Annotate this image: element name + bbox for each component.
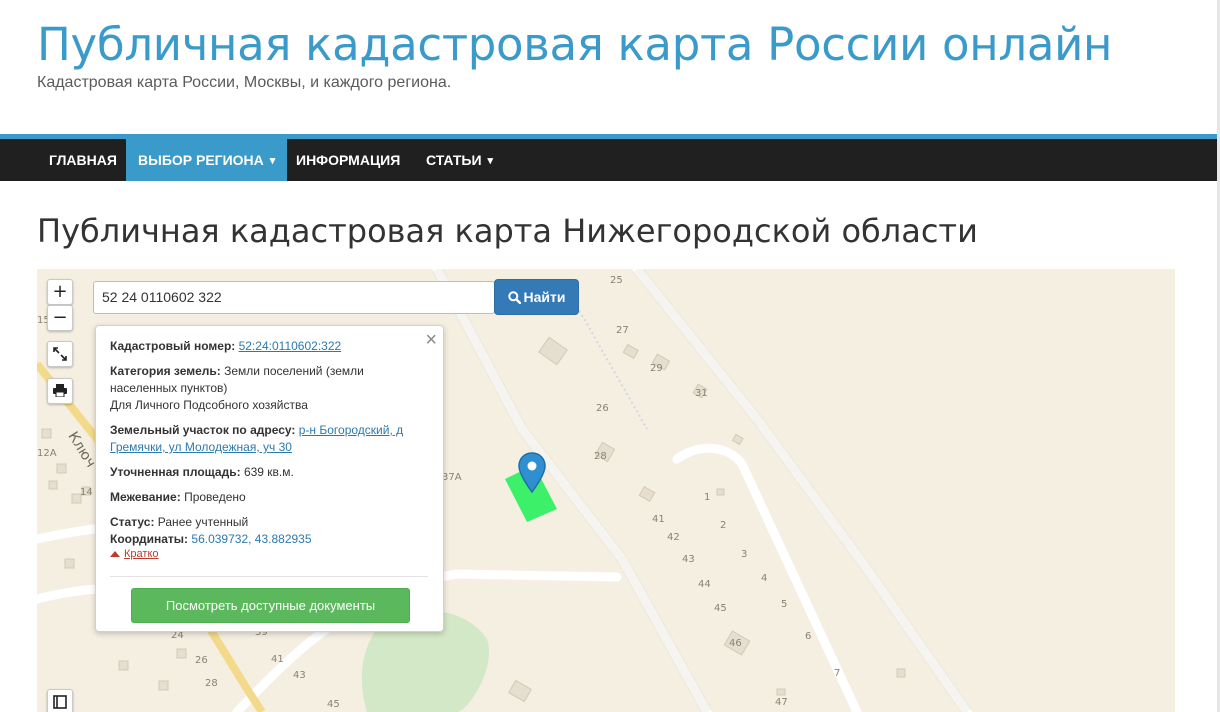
chevron-down-icon: ▾ [487, 155, 494, 167]
address-row: Земельный участок по адресу: р-н Богород… [110, 422, 410, 456]
fullscreen-button[interactable] [47, 341, 73, 367]
coordinates-row: Координаты: 56.039732, 43.882935 [110, 531, 410, 548]
close-icon[interactable]: × [425, 330, 437, 350]
status-row: Статус: Ранее учтенный [110, 514, 410, 531]
house-number: 25 [610, 275, 623, 286]
area-label: Уточненная площадь: [110, 465, 241, 479]
land-category-row: Категория земель: Земли поселений (земли… [110, 363, 410, 397]
house-number: 2 [720, 520, 727, 531]
house-number: 3 [741, 549, 748, 560]
house-number: 6 [805, 631, 812, 642]
nav-item-articles[interactable]: СТАТЬИ ▾ [414, 139, 505, 181]
coordinates-label: Координаты: [110, 532, 189, 546]
nav-item-label: ВЫБОР РЕГИОНА [138, 152, 264, 168]
house-number: 43 [682, 554, 695, 565]
nav-item-home[interactable]: ГЛАВНАЯ [37, 139, 129, 181]
collapse-toggle[interactable]: Кратко [110, 548, 159, 560]
cadastral-number-label: Кадастровый номер: [110, 339, 236, 353]
house-number: 44 [698, 579, 711, 590]
house-number: 14 [80, 487, 93, 498]
house-number: 31 [695, 388, 708, 399]
house-number: 28 [205, 678, 218, 689]
layers-button[interactable] [47, 689, 73, 712]
house-number: 7 [834, 668, 841, 679]
print-button[interactable] [47, 378, 73, 404]
location-marker-icon[interactable] [518, 452, 546, 494]
house-number: 41 [271, 654, 284, 665]
house-number: 4 [761, 573, 768, 584]
cadastral-number-link[interactable]: 52:24:0110602:322 [239, 339, 342, 353]
house-number: 37А [442, 472, 462, 483]
house-number: 28 [594, 451, 607, 462]
house-number: 47 [775, 697, 788, 708]
house-number: 41 [652, 514, 665, 525]
main-navigation: ГЛАВНАЯ ВЫБОР РЕГИОНА ▾ ИНФОРМАЦИЯ СТАТЬИ… [0, 139, 1217, 181]
parcel-info-popup: × Кадастровый номер: 52:24:0110602:322 К… [95, 325, 444, 632]
nav-item-label: ИНФОРМАЦИЯ [296, 152, 401, 168]
site-description: Кадастровая карта России, Москвы, и кажд… [37, 74, 452, 91]
land-category-label: Категория земель: [110, 364, 221, 378]
house-number: 45 [327, 699, 340, 710]
land-use-value: Для Личного Подсобного хозяйства [110, 398, 308, 412]
house-number: 12А [37, 448, 57, 459]
triangle-up-icon [110, 551, 120, 557]
house-number: 42 [667, 532, 680, 543]
site-title[interactable]: Публичная кадастровая карта России онлай… [37, 16, 1112, 74]
survey-value: Проведено [184, 490, 246, 504]
area-row: Уточненная площадь: 639 кв.м. [110, 464, 410, 481]
address-label: Земельный участок по адресу: [110, 423, 296, 437]
house-number: 46 [729, 638, 742, 649]
fullscreen-icon [53, 347, 67, 361]
popup-divider [110, 576, 428, 577]
print-icon [53, 384, 67, 398]
view-documents-button[interactable]: Посмотреть доступные документы [131, 588, 410, 623]
nav-item-label: ГЛАВНАЯ [49, 152, 117, 168]
area-value: 639 кв.м. [243, 465, 294, 479]
zoom-in-button[interactable]: + [47, 279, 73, 305]
nav-item-region-select[interactable]: ВЫБОР РЕГИОНА ▾ [126, 139, 288, 181]
house-number: 1 [704, 492, 711, 503]
search-icon [507, 291, 521, 305]
survey-row: Межевание: Проведено [110, 489, 410, 506]
page-title: Публичная кадастровая карта Нижегородско… [37, 212, 978, 250]
house-number: 43 [293, 670, 306, 681]
survey-label: Межевание: [110, 490, 181, 504]
status-label: Статус: [110, 515, 155, 529]
house-number: 26 [596, 403, 609, 414]
house-number: 5 [781, 599, 788, 610]
status-value: Ранее учтенный [157, 515, 249, 529]
cadastral-number-row: Кадастровый номер: 52:24:0110602:322 [110, 338, 410, 355]
house-number: 45 [714, 603, 727, 614]
house-number: 26 [195, 655, 208, 666]
layers-icon [53, 695, 67, 709]
chevron-down-icon: ▾ [269, 155, 276, 167]
coordinates-value[interactable]: 56.039732, 43.882935 [191, 532, 311, 546]
house-number: 27 [616, 325, 629, 336]
cadastral-map[interactable]: Ключ 15 12А 14 25 27 29 31 26 28 37А 1 2… [37, 269, 1175, 712]
nav-item-label: СТАТЬИ [426, 152, 482, 168]
search-button[interactable]: Найти [494, 279, 579, 315]
nav-item-info[interactable]: ИНФОРМАЦИЯ [284, 139, 412, 181]
cadastral-search-input[interactable]: 52 24 0110602 322 [93, 281, 495, 314]
search-button-label: Найти [523, 289, 566, 305]
zoom-out-button[interactable]: − [47, 305, 73, 331]
house-number: 29 [650, 363, 663, 374]
collapse-toggle-label: Кратко [124, 548, 159, 560]
